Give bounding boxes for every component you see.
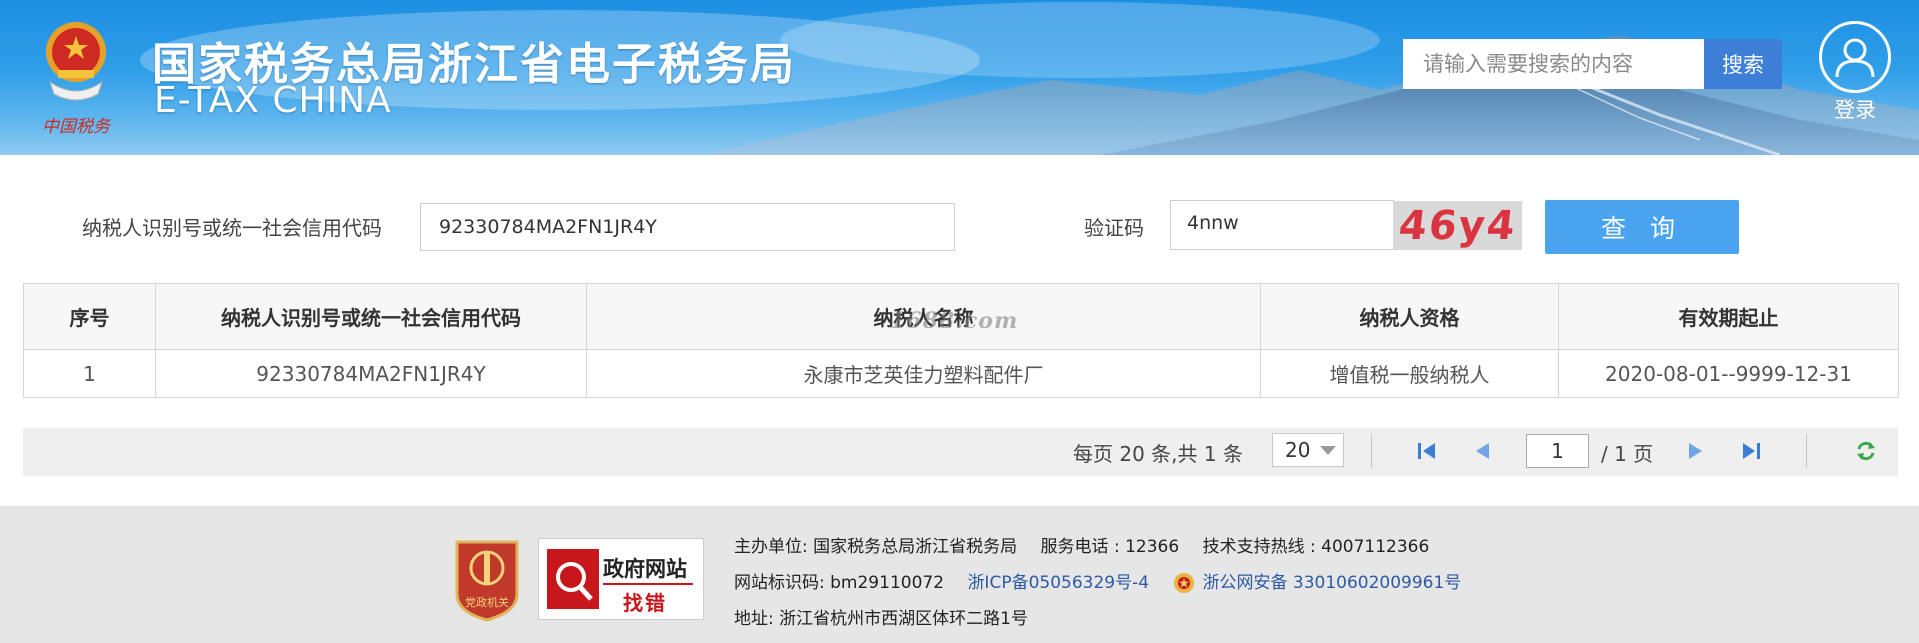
cell-index: 1 <box>23 349 156 398</box>
table-row: 1 92330784MA2FN1JR4Y 永康市芝英佳力塑料配件厂 增值税一般纳… <box>23 349 1899 398</box>
col-header-taxid: 纳税人识别号或统一社会信用代码 <box>155 283 587 350</box>
chevron-down-icon <box>1320 446 1336 455</box>
pager-divider <box>1806 434 1807 468</box>
pager-divider <box>1371 434 1372 468</box>
search-input[interactable] <box>1403 39 1704 89</box>
first-page-icon[interactable] <box>1414 438 1440 464</box>
prev-page-icon[interactable] <box>1469 438 1495 464</box>
taxid-input[interactable]: 92330784MA2FN1JR4Y <box>420 203 955 251</box>
hotline-value: 4007112366 <box>1321 537 1430 557</box>
tax-emblem-icon: 中国税务 <box>42 22 112 137</box>
gov-badge-divider <box>603 583 693 585</box>
site-id-value: bm29110072 <box>830 573 945 593</box>
col-header-index: 序号 <box>23 283 156 350</box>
user-avatar-icon[interactable] <box>1819 21 1891 93</box>
emblem-caption: 中国税务 <box>42 117 112 137</box>
watermark: 1688.com <box>890 308 1019 334</box>
captcha-label: 验证码 <box>1084 216 1144 240</box>
gov-badge-title: 政府网站 <box>603 557 687 581</box>
login-link[interactable]: 登录 <box>1819 94 1891 124</box>
address-label: 地址: <box>734 609 774 629</box>
gov-website-error-badge[interactable]: 政府网站 找错 <box>538 538 704 620</box>
police-record-link[interactable]: 浙公网安备 33010602009961号 <box>1202 573 1461 593</box>
last-page-icon[interactable] <box>1738 438 1764 464</box>
pagination-summary: 每页 20 条,共 1 条 <box>1073 442 1243 466</box>
address-value: 浙江省杭州市西湖区体环二路1号 <box>779 609 1028 629</box>
col-header-qualification: 纳税人资格 <box>1260 283 1559 350</box>
cell-qualification: 增值税一般纳税人 <box>1260 349 1559 398</box>
taxid-label: 纳税人识别号或统一社会信用代码 <box>82 216 382 240</box>
icp-link[interactable]: 浙ICP备05056329号-4 <box>967 573 1149 593</box>
footer-line-registration: 网站标识码: bm29110072 浙ICP备05056329号-4 浙公网安备… <box>734 568 1461 595</box>
pagination-bar: 每页 20 条,共 1 条 20 1 / 1 页 <box>23 428 1898 476</box>
footer-line-host: 主办单位: 国家税务总局浙江省税务局 服务电话 : 12366 技术支持热线 :… <box>734 532 1429 557</box>
total-pages: / 1 页 <box>1601 442 1654 466</box>
results-table: 序号 纳税人识别号或统一社会信用代码 纳税人名称 纳税人资格 有效期起止 1 9… <box>23 283 1899 398</box>
page-size-value: 20 <box>1285 438 1311 462</box>
phone-value: 12366 <box>1125 537 1180 557</box>
cell-taxid: 92330784MA2FN1JR4Y <box>155 349 587 398</box>
hotline-label: 技术支持热线 : <box>1202 537 1316 557</box>
party-government-badge-icon[interactable]: 党政机关 <box>452 538 522 622</box>
cell-name: 永康市芝英佳力塑料配件厂 <box>586 349 1261 398</box>
header-banner: 中国税务 国家税务总局浙江省电子税务局 E-TAX CHINA 搜索 登录 <box>0 0 1919 155</box>
phone-label: 服务电话 : <box>1040 537 1120 557</box>
party-badge-text: 党政机关 <box>465 595 509 609</box>
captcha-image[interactable]: 46y4 <box>1393 201 1522 250</box>
page-size-select[interactable]: 20 <box>1272 433 1344 467</box>
col-header-validity: 有效期起止 <box>1558 283 1899 350</box>
refresh-icon[interactable] <box>1853 438 1879 464</box>
cell-validity: 2020-08-01--9999-12-31 <box>1558 349 1899 398</box>
site-id-label: 网站标识码: <box>734 573 825 593</box>
site-subtitle: E-TAX CHINA <box>154 80 392 121</box>
host-label: 主办单位: <box>734 537 808 557</box>
gov-badge-subtitle: 找错 <box>623 591 667 615</box>
search-button[interactable]: 搜索 <box>1704 39 1782 89</box>
magnifier-icon <box>547 549 599 609</box>
current-page-input[interactable]: 1 <box>1526 434 1589 468</box>
captcha-image-text: 46y4 <box>1396 202 1519 249</box>
next-page-icon[interactable] <box>1683 438 1709 464</box>
footer-line-address: 地址: 浙江省杭州市西湖区体环二路1号 <box>734 604 1028 629</box>
captcha-input[interactable]: 4nnw <box>1170 200 1394 250</box>
host-value: 国家税务总局浙江省税务局 <box>813 537 1018 557</box>
query-button[interactable]: 查 询 <box>1545 200 1739 254</box>
police-badge-icon <box>1174 573 1195 593</box>
